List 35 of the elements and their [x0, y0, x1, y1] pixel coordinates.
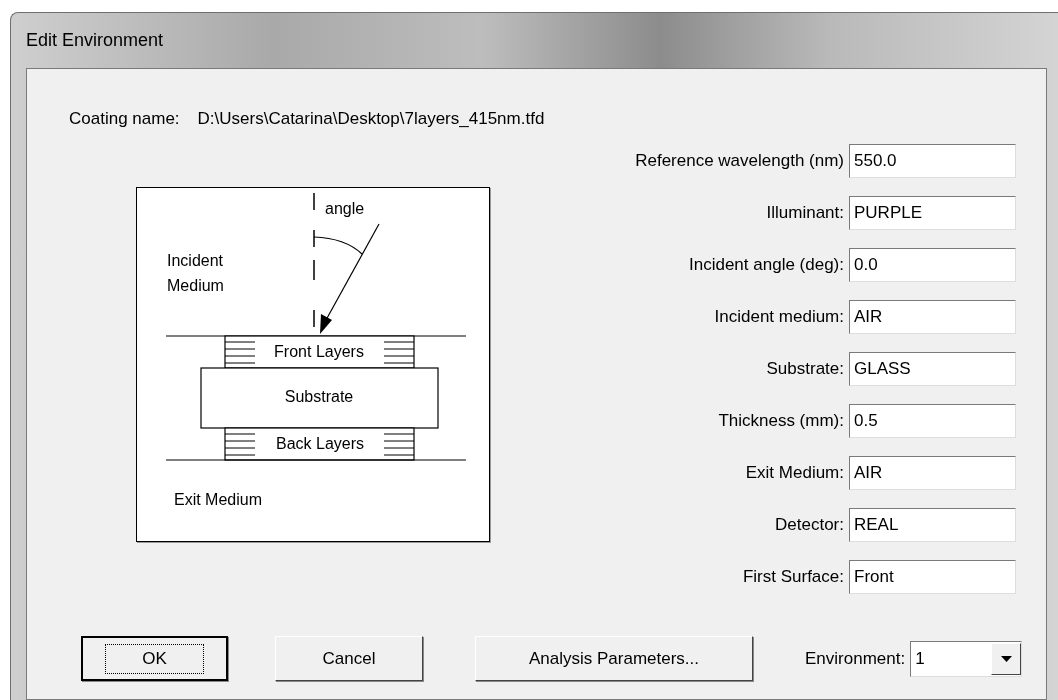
- exit-medium-label: Exit Medium: [174, 492, 263, 508]
- analysis-parameters-button[interactable]: Analysis Parameters...: [475, 636, 753, 681]
- caret-icon: [1000, 655, 1012, 662]
- text-field[interactable]: 0.0: [849, 248, 1016, 282]
- coating-name-label: Coating name:: [69, 109, 180, 129]
- text-field[interactable]: Front: [849, 560, 1016, 594]
- window-title: Edit Environment: [26, 30, 164, 51]
- incident-medium-label: Incident Medium: [167, 251, 225, 296]
- front-layers-label: Front Layers: [273, 344, 365, 360]
- text-field[interactable]: REAL: [849, 508, 1016, 542]
- field-label: Incident medium:: [714, 307, 844, 327]
- field-label: Substrate:: [766, 359, 844, 379]
- angle-label: angle: [325, 201, 365, 217]
- text-field[interactable]: AIR: [849, 456, 1016, 490]
- text-field[interactable]: PURPLE: [849, 196, 1016, 230]
- coating-file-path: D:\Users\Catarina\Desktop\7layers_415nm.tfd: [197, 109, 545, 129]
- environment-dropdown[interactable]: 1: [910, 640, 1023, 677]
- back-layers-label: Back Layers: [275, 436, 365, 452]
- dropdown-button[interactable]: [991, 642, 1022, 675]
- field-label: Reference wavelength (nm): [635, 151, 844, 171]
- text-field[interactable]: GLASS: [849, 352, 1016, 386]
- text-field[interactable]: AIR: [849, 300, 1016, 334]
- field-label: First Surface:: [742, 567, 844, 587]
- field-label: Detector:: [775, 515, 844, 535]
- environment-label: Environment:: [805, 648, 906, 669]
- field-label: Illuminant:: [766, 203, 844, 223]
- text-field[interactable]: 550.0: [849, 144, 1016, 178]
- field-label: Thickness (mm):: [718, 411, 844, 431]
- field-label: Exit Medium:: [745, 463, 844, 483]
- ok-button[interactable]: OK: [81, 636, 228, 681]
- substrate-label: Substrate: [283, 389, 355, 405]
- angle-arc: [313, 236, 363, 255]
- text-field[interactable]: 0.5: [849, 404, 1016, 438]
- cancel-button[interactable]: Cancel: [275, 636, 423, 681]
- field-label: Incident angle (deg):: [689, 255, 844, 275]
